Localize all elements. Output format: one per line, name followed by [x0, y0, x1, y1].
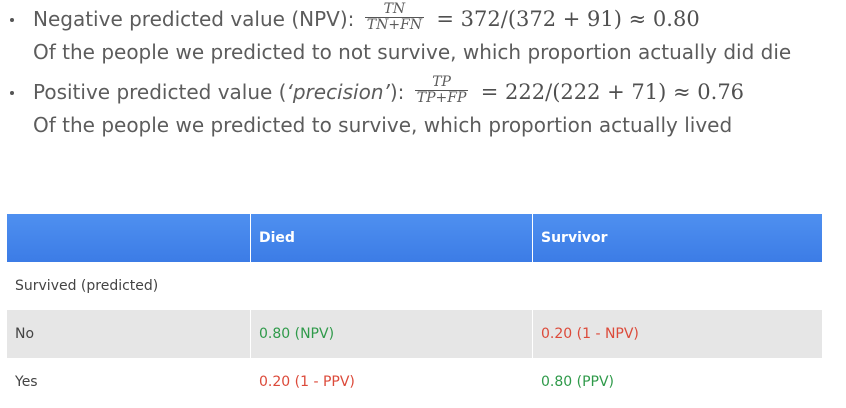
bullet-dot: [10, 91, 14, 95]
ppv-fraction: TP TP+FP: [414, 74, 469, 106]
table-cell-npv: 0.80 (NPV): [250, 310, 533, 358]
table-header-died: Died: [250, 214, 533, 262]
ppv-formula-line: Positive predicted value (‘precision’): …: [33, 74, 745, 109]
npv-fraction-denominator: TN+FN: [364, 17, 425, 33]
ppv-fraction-denominator: TP+FP: [414, 90, 469, 106]
ppv-formula: = 222/(222 + 71) ≈ 0.76: [480, 80, 745, 104]
npv-formula-line: Negative predicted value (NPV): TN TN+FN…: [33, 1, 700, 36]
table-cell-row-label: Survived (predicted): [7, 262, 251, 310]
table-row: No 0.80 (NPV) 0.20 (1 - NPV): [7, 310, 822, 358]
npv-label: Negative predicted value (NPV):: [33, 7, 355, 31]
ppv-fraction-numerator: TP: [432, 74, 451, 90]
table-header-row: Died Survivor: [7, 214, 822, 262]
ppv-label-precision: ‘precision’: [286, 80, 390, 104]
predictive-value-table: Died Survivor Survived (predicted) No 0.…: [7, 214, 822, 406]
ppv-label-pre: Positive predicted value (: [33, 80, 287, 104]
table-cell-one-minus-npv: 0.20 (1 - NPV): [532, 310, 822, 358]
table-header-survivor: Survivor: [532, 214, 822, 262]
ppv-description: Of the people we predicted to survive, w…: [33, 113, 733, 137]
table-header-empty: [7, 214, 251, 262]
table-cell: [250, 262, 533, 310]
ppv-label-post: ):: [389, 80, 405, 104]
npv-description: Of the people we predicted to not surviv…: [33, 40, 792, 64]
bottom-fade: [0, 394, 846, 408]
npv-fraction-numerator: TN: [383, 1, 406, 17]
npv-fraction: TN TN+FN: [364, 1, 425, 33]
npv-formula: = 372/(372 + 91) ≈ 0.80: [436, 7, 700, 31]
bullet-dot: [10, 18, 14, 22]
table-cell: [532, 262, 822, 310]
ppv-label: Positive predicted value (‘precision’):: [33, 80, 404, 104]
table-row: Survived (predicted): [7, 262, 822, 310]
table-cell-row-label: No: [7, 310, 251, 358]
